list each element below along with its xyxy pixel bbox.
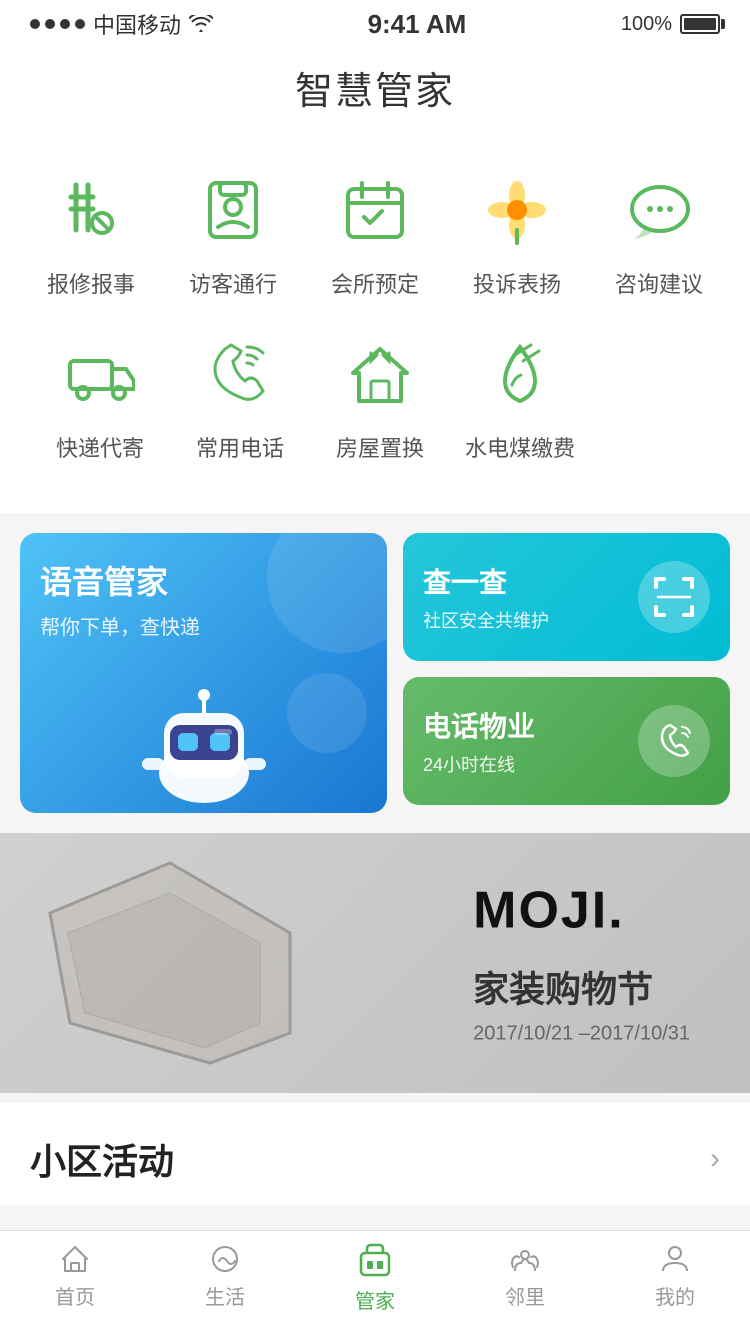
app-title: 智慧管家 (0, 60, 750, 115)
banner-shape (30, 853, 310, 1073)
scan-icon (638, 561, 710, 633)
home-icon (59, 1243, 91, 1275)
feature-voice-butler[interactable]: 语音管家 帮你下单，查快递 (20, 533, 387, 813)
battery-icon (680, 14, 720, 34)
grid-label-repair: 报修报事 (47, 267, 135, 299)
calendar-icon (330, 165, 420, 255)
main-grid: 报修报事 访客通行 (0, 135, 750, 513)
nav-item-life[interactable]: 生活 (175, 1243, 275, 1314)
feature-phone-sub: 24小时在线 (423, 751, 535, 777)
nav-label-home: 首页 (55, 1281, 95, 1310)
feature-scan-title: 查一查 (423, 561, 549, 601)
grid-label-visitor: 访客通行 (189, 267, 277, 299)
grid-item-delivery[interactable]: 快递代寄 (30, 329, 170, 463)
visitor-icon (188, 165, 278, 255)
battery-percent: 100% (621, 13, 672, 36)
nav-label-life: 生活 (205, 1281, 245, 1310)
life-icon (209, 1243, 241, 1275)
status-right: 100% (621, 13, 720, 36)
app-header: 智慧管家 (0, 44, 750, 135)
grid-label-consult: 咨询建议 (615, 267, 703, 299)
nav-item-butler[interactable]: 管家 (325, 1243, 425, 1314)
nav-item-neighbors[interactable]: 邻里 (475, 1243, 575, 1314)
grid-item-consult[interactable]: 咨询建议 (594, 165, 724, 299)
delivery-icon (55, 329, 145, 419)
grid-item-visitor[interactable]: 访客通行 (168, 165, 298, 299)
status-bar: 中国移动 9:41 AM 100% (0, 0, 750, 44)
phone-icon (195, 329, 285, 419)
banner-section[interactable]: MOJI. 家装购物节 2017/10/21 –2017/10/31 (0, 833, 750, 1093)
feature-phone-title: 电话物业 (423, 705, 535, 745)
grid-row-2: 快递代寄 常用电话 (0, 319, 750, 473)
feature-card-phone-text: 电话物业 24小时在线 (423, 705, 535, 777)
activity-title: 小区活动 (30, 1133, 174, 1185)
feature-card-scan-text: 查一查 社区安全共维护 (423, 561, 549, 633)
carrier-label: 中国移动 (93, 8, 181, 40)
grid-item-phone[interactable]: 常用电话 (170, 329, 310, 463)
flower-icon (472, 165, 562, 255)
activity-arrow: › (710, 1142, 720, 1176)
banner-background: MOJI. 家装购物节 2017/10/21 –2017/10/31 (0, 833, 750, 1093)
feature-card-scan[interactable]: 查一查 社区安全共维护 (403, 533, 730, 661)
grid-item-utility[interactable]: 水电煤缴费 (450, 329, 590, 463)
feature-card-phone[interactable]: 电话物业 24小时在线 (403, 677, 730, 805)
phone-call-icon (638, 705, 710, 777)
robot-illustration (134, 663, 274, 813)
mine-icon (659, 1243, 691, 1275)
grid-label-booking: 会所预定 (331, 267, 419, 299)
water-icon (475, 329, 565, 419)
nav-label-butler: 管家 (355, 1285, 395, 1314)
butler-icon (357, 1243, 393, 1279)
chat-icon (614, 165, 704, 255)
activity-section[interactable]: 小区活动 › (0, 1103, 750, 1205)
grid-label-delivery: 快递代寄 (56, 431, 144, 463)
nav-label-mine: 我的 (655, 1281, 695, 1310)
banner-content: MOJI. 家装购物节 2017/10/21 –2017/10/31 (473, 881, 690, 1046)
grid-label-complaint: 投诉表扬 (473, 267, 561, 299)
banner-brand: MOJI. (473, 881, 690, 941)
grid-item-complaint[interactable]: 投诉表扬 (452, 165, 582, 299)
nav-label-neighbors: 邻里 (505, 1281, 545, 1310)
bottom-nav: 首页 生活 管家 (0, 1230, 750, 1334)
banner-title: 家装购物节 (473, 961, 690, 1013)
nav-item-mine[interactable]: 我的 (625, 1243, 725, 1314)
banner-date: 2017/10/21 –2017/10/31 (473, 1023, 690, 1046)
house-icon (335, 329, 425, 419)
feature-section: 语音管家 帮你下单，查快递 (0, 513, 750, 833)
feature-scan-sub: 社区安全共维护 (423, 607, 549, 633)
status-left: 中国移动 (30, 8, 213, 40)
grid-item-repair[interactable]: 报修报事 (26, 165, 156, 299)
feature-right: 查一查 社区安全共维护 电话物业 (403, 533, 730, 813)
neighbors-icon (509, 1243, 541, 1275)
wrench-icon (46, 165, 136, 255)
grid-item-booking[interactable]: 会所预定 (310, 165, 440, 299)
grid-label-phone: 常用电话 (196, 431, 284, 463)
grid-row-1: 报修报事 访客通行 (0, 155, 750, 309)
wifi-icon (189, 15, 213, 33)
status-time: 9:41 AM (368, 9, 467, 40)
signal-dots (30, 19, 85, 29)
grid-label-house: 房屋置换 (336, 431, 424, 463)
nav-item-home[interactable]: 首页 (25, 1243, 125, 1314)
grid-item-house[interactable]: 房屋置换 (310, 329, 450, 463)
grid-label-utility: 水电煤缴费 (465, 431, 575, 463)
